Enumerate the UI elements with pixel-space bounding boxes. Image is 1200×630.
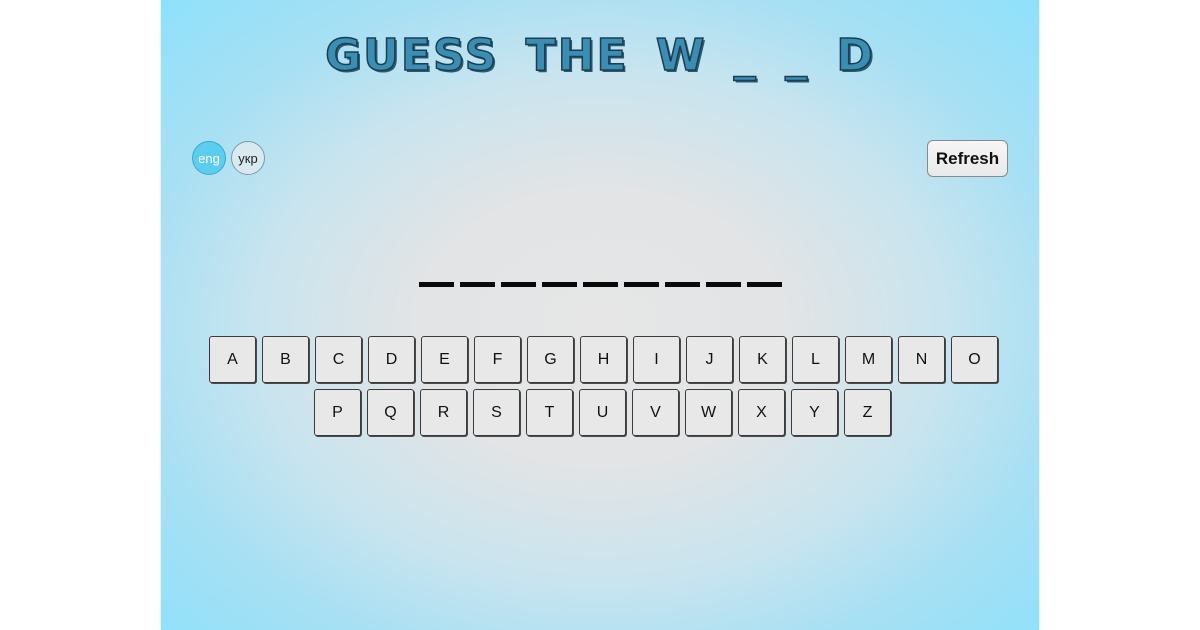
key-l[interactable]: L — [792, 336, 839, 383]
key-c[interactable]: C — [315, 336, 362, 383]
key-k[interactable]: K — [739, 336, 786, 383]
key-r[interactable]: R — [420, 389, 467, 436]
letter-slot — [706, 282, 741, 287]
lang-button-ukr[interactable]: укр — [231, 141, 265, 175]
key-n[interactable]: N — [898, 336, 945, 383]
lang-button-eng[interactable]: eng — [192, 141, 226, 175]
game-panel: GUESS THE W _ _ D eng укр Refresh ABCDEF… — [161, 0, 1039, 630]
key-o[interactable]: O — [951, 336, 998, 383]
game-title: GUESS THE W _ _ D — [324, 29, 875, 82]
key-x[interactable]: X — [738, 389, 785, 436]
letter-slot — [665, 282, 700, 287]
key-i[interactable]: I — [633, 336, 680, 383]
key-g[interactable]: G — [527, 336, 574, 383]
word-slots — [419, 282, 782, 287]
key-b[interactable]: B — [262, 336, 309, 383]
letter-slot — [747, 282, 782, 287]
letter-slot — [583, 282, 618, 287]
letter-slot — [542, 282, 577, 287]
letter-slot — [460, 282, 495, 287]
keyboard-row-1: ABCDEFGHIJKLMNO — [209, 336, 998, 383]
key-a[interactable]: A — [209, 336, 256, 383]
key-q[interactable]: Q — [367, 389, 414, 436]
key-w[interactable]: W — [685, 389, 732, 436]
refresh-button[interactable]: Refresh — [927, 140, 1008, 177]
keyboard-row-2: PQRSTUVWXYZ — [314, 389, 891, 436]
key-p[interactable]: P — [314, 389, 361, 436]
key-f[interactable]: F — [474, 336, 521, 383]
key-e[interactable]: E — [421, 336, 468, 383]
key-t[interactable]: T — [526, 389, 573, 436]
key-v[interactable]: V — [632, 389, 679, 436]
letter-slot — [419, 282, 454, 287]
letter-slot — [624, 282, 659, 287]
key-j[interactable]: J — [686, 336, 733, 383]
key-m[interactable]: M — [845, 336, 892, 383]
key-y[interactable]: Y — [791, 389, 838, 436]
key-h[interactable]: H — [580, 336, 627, 383]
key-u[interactable]: U — [579, 389, 626, 436]
letter-slot — [501, 282, 536, 287]
key-z[interactable]: Z — [844, 389, 891, 436]
language-switch: eng укр — [192, 141, 265, 175]
key-d[interactable]: D — [368, 336, 415, 383]
key-s[interactable]: S — [473, 389, 520, 436]
